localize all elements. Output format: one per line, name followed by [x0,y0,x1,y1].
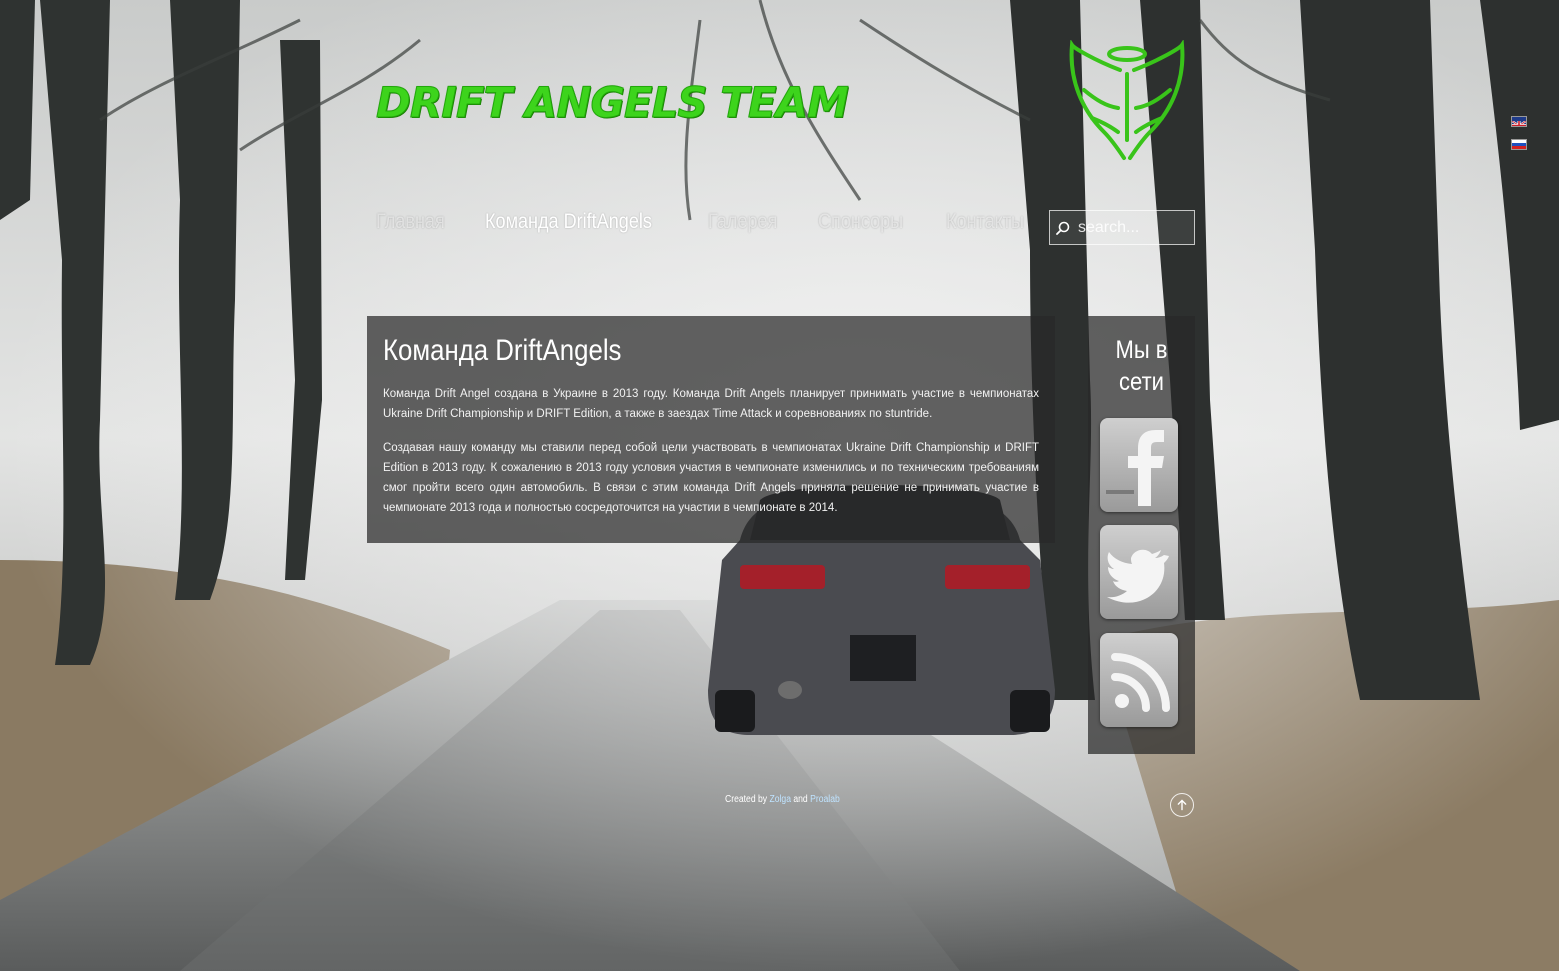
facebook-link[interactable] [1100,418,1178,512]
rss-icon [1111,653,1170,712]
site-title[interactable]: DRIFT ANGELS TEAM [376,78,850,128]
nav-item-gallery[interactable]: Галерея [708,210,777,234]
content-paragraph: Команда Drift Angel создана в Украине в … [383,388,1039,420]
page-title: Команда DriftAngels [383,334,622,367]
main-navigation: Главная Команда DriftAngels Галерея Спон… [376,210,1065,234]
search-icon [1056,221,1070,235]
content-panel: Команда DriftAngels Команда Drift Angel … [367,316,1055,543]
facebook-icon [1106,430,1164,506]
uk-flag-icon [1512,120,1526,126]
twitter-link[interactable] [1100,525,1178,619]
nav-item-team[interactable]: Команда DriftAngels [485,210,652,234]
rss-link[interactable] [1100,633,1178,727]
language-russian[interactable] [1511,139,1527,150]
sidebar-title: Мы в сети [1115,336,1168,396]
footer-credits: Created by Zolga and Proalab [725,794,840,805]
nav-item-contacts[interactable]: Контакты [946,210,1024,234]
footer-prefix: Created by [725,794,768,805]
footer-joiner: and [793,794,808,805]
nav-item-sponsors[interactable]: Спонсоры [818,210,903,234]
scroll-to-top-button[interactable] [1170,793,1194,817]
language-english[interactable] [1511,116,1527,127]
social-sidebar: Мы в сети [1088,316,1195,754]
author-link-zolga[interactable]: Zolga [769,794,791,805]
author-link-proalab[interactable]: Proalab [810,794,840,805]
arrow-up-icon [1177,799,1187,811]
twitter-icon [1107,549,1169,603]
search-box[interactable] [1049,210,1195,245]
angel-wings-logo[interactable] [1064,40,1190,162]
content-paragraph: Создавая нашу команду мы ставили перед с… [383,442,1039,514]
search-input[interactable] [1076,217,1190,238]
nav-item-home[interactable]: Главная [376,210,445,234]
